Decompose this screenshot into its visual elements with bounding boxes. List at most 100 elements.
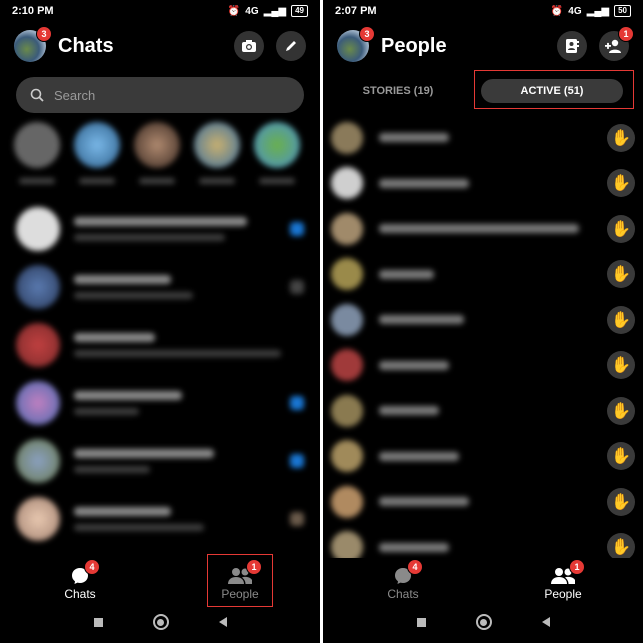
status-bar: 2:10 PM ⏰ 4G ▂▄▆ 49 xyxy=(0,0,320,22)
search-input[interactable] xyxy=(52,86,276,104)
read-indicator xyxy=(290,512,304,526)
new-message-button[interactable] xyxy=(276,31,306,61)
wave-button[interactable]: ✋ xyxy=(607,442,635,471)
wave-button[interactable]: ✋ xyxy=(607,305,635,334)
nav-people[interactable]: 1 People xyxy=(483,558,643,608)
system-nav xyxy=(323,612,643,632)
unread-indicator xyxy=(290,454,304,468)
story-item[interactable] xyxy=(254,122,300,192)
list-item[interactable]: ✋ xyxy=(331,115,635,161)
person-name xyxy=(379,406,439,416)
people-screen: 2:07 PM ⏰ 4G ▂▄▆ 50 3 People 1 STORIES (… xyxy=(323,0,643,643)
list-item[interactable]: ✋ xyxy=(331,206,635,252)
story-avatar[interactable] xyxy=(74,122,120,168)
wave-button[interactable]: ✋ xyxy=(607,260,635,289)
camera-button[interactable] xyxy=(234,31,264,61)
tab-stories[interactable]: STORIES (19) xyxy=(323,85,473,97)
add-person-badge: 1 xyxy=(618,26,634,42)
list-item[interactable] xyxy=(16,200,304,258)
search-bar[interactable] xyxy=(16,77,304,113)
story-avatar[interactable] xyxy=(254,122,300,168)
wave-icon: ✋ xyxy=(611,129,631,147)
story-item[interactable] xyxy=(14,122,60,192)
chat-preview xyxy=(74,292,193,299)
profile-avatar[interactable]: 3 xyxy=(337,26,375,62)
signal-icon: ▂▄▆ xyxy=(263,5,287,17)
back-button[interactable] xyxy=(218,617,227,627)
wave-icon: ✋ xyxy=(611,357,631,375)
unread-indicator xyxy=(290,396,304,410)
list-item[interactable]: ✋ xyxy=(331,252,635,298)
status-time: 2:10 PM xyxy=(12,5,54,17)
person-avatar xyxy=(331,258,363,291)
story-item[interactable] xyxy=(194,122,240,192)
recents-button[interactable] xyxy=(93,617,103,627)
wave-button[interactable]: ✋ xyxy=(607,351,635,380)
list-item[interactable]: ✋ xyxy=(331,434,635,480)
story-avatar[interactable] xyxy=(14,122,60,168)
chat-avatar xyxy=(16,439,60,483)
search-icon xyxy=(30,88,44,102)
contacts-icon xyxy=(566,39,579,53)
chat-name xyxy=(74,275,172,284)
add-person-button[interactable]: 1 xyxy=(599,26,634,61)
person-name xyxy=(379,315,464,325)
recents-button[interactable] xyxy=(416,617,426,627)
chat-avatar xyxy=(16,497,60,541)
home-button[interactable] xyxy=(475,614,492,630)
list-item[interactable]: ✋ xyxy=(331,161,635,207)
chat-avatar xyxy=(16,381,60,425)
contacts-button[interactable] xyxy=(557,31,587,61)
nav-chats[interactable]: 4 Chats xyxy=(323,558,483,608)
person-name xyxy=(379,133,449,143)
chat-list xyxy=(16,200,304,548)
nav-chats[interactable]: 4 Chats xyxy=(0,558,160,608)
list-item[interactable]: ✋ xyxy=(331,479,635,525)
story-avatar[interactable] xyxy=(134,122,180,168)
wave-button[interactable]: ✋ xyxy=(607,123,635,152)
chat-name xyxy=(74,333,155,342)
wave-button[interactable]: ✋ xyxy=(607,169,635,198)
story-label xyxy=(79,178,115,184)
list-item[interactable] xyxy=(16,316,304,374)
network-label: 4G xyxy=(568,5,582,17)
person-name xyxy=(379,178,469,188)
chats-badge: 4 xyxy=(84,559,100,575)
story-item[interactable] xyxy=(134,122,180,192)
chat-name xyxy=(74,507,172,516)
list-item[interactable] xyxy=(16,374,304,432)
highlight-box xyxy=(207,554,273,607)
wave-button[interactable]: ✋ xyxy=(607,396,635,425)
story-label xyxy=(199,178,235,184)
person-avatar xyxy=(331,440,363,473)
wave-icon: ✋ xyxy=(611,402,631,420)
story-item[interactable] xyxy=(74,122,120,192)
wave-button[interactable]: ✋ xyxy=(607,487,635,516)
battery-level: 49 xyxy=(291,5,308,17)
people-badge: 1 xyxy=(569,559,585,575)
person-avatar xyxy=(331,485,363,518)
list-item[interactable]: ✋ xyxy=(331,388,635,434)
person-avatar xyxy=(331,167,363,200)
wave-icon: ✋ xyxy=(611,175,631,193)
profile-avatar[interactable]: 3 xyxy=(14,26,52,62)
chats-screen: 2:10 PM ⏰ 4G ▂▄▆ 49 3 Chats Search 4 Cha… xyxy=(0,0,320,643)
chats-badge: 4 xyxy=(407,559,423,575)
avatar-badge: 3 xyxy=(36,26,52,42)
home-button[interactable] xyxy=(152,614,169,630)
wave-button[interactable]: ✋ xyxy=(607,214,635,243)
list-item[interactable]: ✋ xyxy=(331,343,635,389)
chat-preview xyxy=(74,234,226,241)
story-avatar[interactable] xyxy=(194,122,240,168)
pencil-icon xyxy=(286,41,296,51)
list-item[interactable]: ✋ xyxy=(331,297,635,343)
list-item[interactable] xyxy=(16,258,304,316)
back-button[interactable] xyxy=(541,617,550,627)
alarm-icon: ⏰ xyxy=(227,5,241,17)
wave-icon: ✋ xyxy=(611,448,631,466)
list-item[interactable] xyxy=(16,490,304,548)
chat-preview xyxy=(74,524,204,531)
chat-name xyxy=(74,449,215,458)
list-item[interactable] xyxy=(16,432,304,490)
nav-chats-label: Chats xyxy=(387,587,419,601)
